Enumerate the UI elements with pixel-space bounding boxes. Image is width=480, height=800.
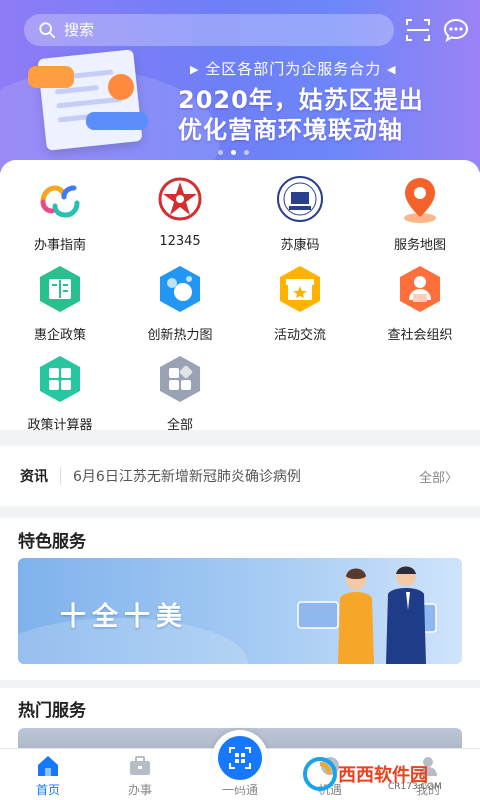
carousel-dots [218, 150, 249, 155]
sukang-code-icon [273, 172, 327, 226]
news-more-link[interactable]: 全部〉 [419, 467, 458, 486]
carousel-dot-active[interactable] [231, 150, 236, 155]
banner-illustration-card [28, 66, 74, 88]
gift-activity-icon [273, 262, 327, 316]
grid-label: 办事指南 [33, 238, 86, 253]
grid-item-12345[interactable]: 12345 [120, 172, 240, 258]
grid-label: 查社会组织 [387, 328, 453, 343]
watermark-sub: CR173.COM [388, 782, 442, 792]
one-code-button[interactable] [212, 730, 268, 786]
grid-label: 全部 [166, 418, 193, 433]
map-pin-icon [393, 172, 447, 226]
home-icon [38, 756, 58, 776]
hotline-12345-icon [153, 172, 207, 226]
search-input[interactable] [64, 21, 364, 39]
grid-item-sukang-code[interactable]: 苏康码 [240, 172, 360, 258]
news-ticker[interactable]: 资讯 6月6日江苏无新增新冠肺炎确诊病例 全部〉 [0, 446, 480, 506]
grid-label: 12345 [159, 234, 201, 249]
carousel-dot[interactable] [244, 150, 249, 155]
tab-label: 首页 [35, 783, 60, 797]
grid-item-calculator[interactable]: 政策计算器 [0, 352, 120, 438]
heatmap-icon [153, 262, 207, 316]
briefcase-icon [130, 756, 150, 775]
grid-label: 服务地图 [393, 238, 446, 253]
grid-label: 活动交流 [273, 328, 326, 343]
grid-item-all[interactable]: 全部 [120, 352, 240, 438]
special-service-banner[interactable]: 十全十美 [18, 558, 462, 664]
banner-illustration-card [86, 112, 148, 130]
all-apps-icon [153, 352, 207, 406]
grid-item-guide[interactable]: 办事指南 [0, 172, 120, 258]
tab-affairs[interactable]: 办事 [92, 749, 188, 800]
watermark-logo-icon [303, 757, 337, 791]
site-watermark: 西西软件园 CR173.COM [302, 754, 470, 794]
grid-label: 政策计算器 [27, 418, 93, 433]
scan-icon[interactable] [404, 16, 432, 44]
carousel-dot[interactable] [218, 150, 223, 155]
organization-icon [393, 262, 447, 316]
banner-headline-2: 优化营商环境联动轴 [178, 116, 403, 144]
section-title: 特色服务 [18, 532, 86, 552]
news-headline[interactable]: 6月6日江苏无新增新冠肺炎确诊病例 [73, 466, 419, 486]
top-banner[interactable]: ▶ 全区各部门为企服务合力 ◀ 2020年，姑苏区提出 优化营商环境联动轴 [0, 0, 480, 172]
search-icon [39, 22, 56, 39]
tab-home[interactable]: 首页 [0, 749, 96, 800]
divider [60, 467, 61, 485]
grid-label: 惠企政策 [33, 328, 86, 343]
search-bar[interactable] [24, 14, 394, 46]
business-people-illustration [297, 566, 437, 664]
section-title: 热门服务 [18, 701, 86, 721]
calculator-icon [33, 352, 87, 406]
banner-illustration [37, 49, 143, 151]
grid-item-organization[interactable]: 查社会组织 [360, 262, 480, 348]
news-tag: 资讯 [20, 469, 48, 485]
grid-item-heatmap[interactable]: 创新热力图 [120, 262, 240, 348]
guide-icon [33, 172, 87, 226]
grid-item-policy[interactable]: 惠企政策 [0, 262, 120, 348]
grid-item-activity[interactable]: 活动交流 [240, 262, 360, 348]
banner-subtitle: ▶ 全区各部门为企服务合力 ◀ [190, 60, 397, 78]
grid-item-service-map[interactable]: 服务地图 [360, 172, 480, 258]
grid-label: 苏康码 [280, 238, 320, 253]
banner-illustration-dot [108, 74, 134, 100]
grid-label: 创新热力图 [147, 328, 213, 343]
policy-book-icon [33, 262, 87, 316]
qr-code-icon [229, 747, 251, 769]
message-icon[interactable] [442, 16, 470, 44]
tab-label: 办事 [127, 783, 152, 797]
function-grid: 办事指南 12345 苏康码 服务地图 惠企政策 创新热力图 活动交流 查社会组… [0, 160, 480, 433]
special-service-section: 特色服务 十全十美 [0, 518, 480, 680]
special-banner-text: 十全十美 [60, 602, 189, 632]
